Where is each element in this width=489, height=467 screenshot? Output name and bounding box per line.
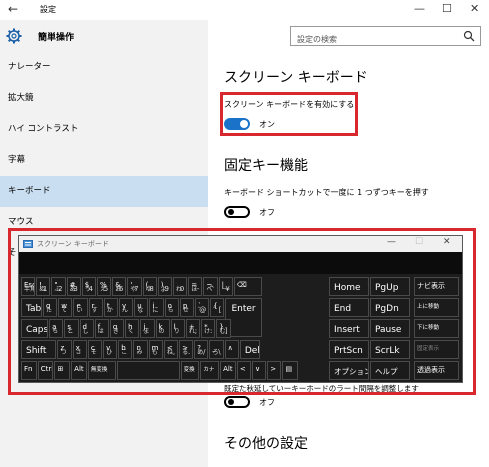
filter-keys-toggle-state: オフ [259, 398, 275, 407]
sticky-keys-heading: 固定キー機能 [224, 158, 308, 174]
highlight-box-keyboard [8, 228, 476, 395]
search-box[interactable] [290, 26, 481, 49]
sidebar-item-label: マウス [8, 217, 34, 227]
sidebar-item-magnifier[interactable]: 拡大鏡 [0, 84, 208, 112]
sticky-keys-toggle[interactable] [224, 206, 250, 218]
sidebar-item-narrator[interactable]: ナレーター [0, 53, 208, 81]
highlight-box-toggle [220, 92, 358, 136]
sidebar-item-label: キーボード [8, 186, 51, 196]
minimize-button[interactable]: — [414, 2, 425, 15]
filter-keys-toggle[interactable] [224, 396, 250, 408]
title-bar: ← 設定 — ☐ ✕ [0, 0, 489, 20]
osk-section-heading: スクリーン キーボード [224, 70, 368, 86]
gear-icon [6, 28, 22, 44]
other-settings-heading: その他の設定 [224, 436, 308, 452]
back-arrow-icon[interactable]: ← [8, 2, 18, 16]
sidebar-item-keyboard[interactable]: キーボード [0, 176, 208, 207]
header-right [208, 20, 489, 53]
page-title: 簡単操作 [38, 33, 75, 43]
sticky-keys-toggle-state: オフ [259, 208, 275, 217]
sidebar-item-captions[interactable]: 字幕 [0, 146, 208, 174]
sidebar-item-label: ハイ コントラスト [8, 124, 79, 134]
sidebar-item-label: 拡大鏡 [8, 93, 34, 103]
close-button[interactable]: ✕ [470, 2, 479, 15]
sticky-keys-label: キーボード ショートカットで一度に 1 つずつキーを押す [224, 188, 429, 197]
window-title: 設定 [40, 5, 56, 14]
search-icon[interactable] [463, 30, 475, 42]
search-input[interactable] [291, 30, 451, 49]
sidebar-item-label: ナレーター [8, 62, 51, 72]
maximize-button[interactable]: ☐ [442, 2, 452, 15]
sidebar-item-high-contrast[interactable]: ハイ コントラスト [0, 115, 208, 143]
header-left: 簡単操作 [0, 20, 208, 53]
sidebar-item-label: 字幕 [8, 155, 26, 165]
